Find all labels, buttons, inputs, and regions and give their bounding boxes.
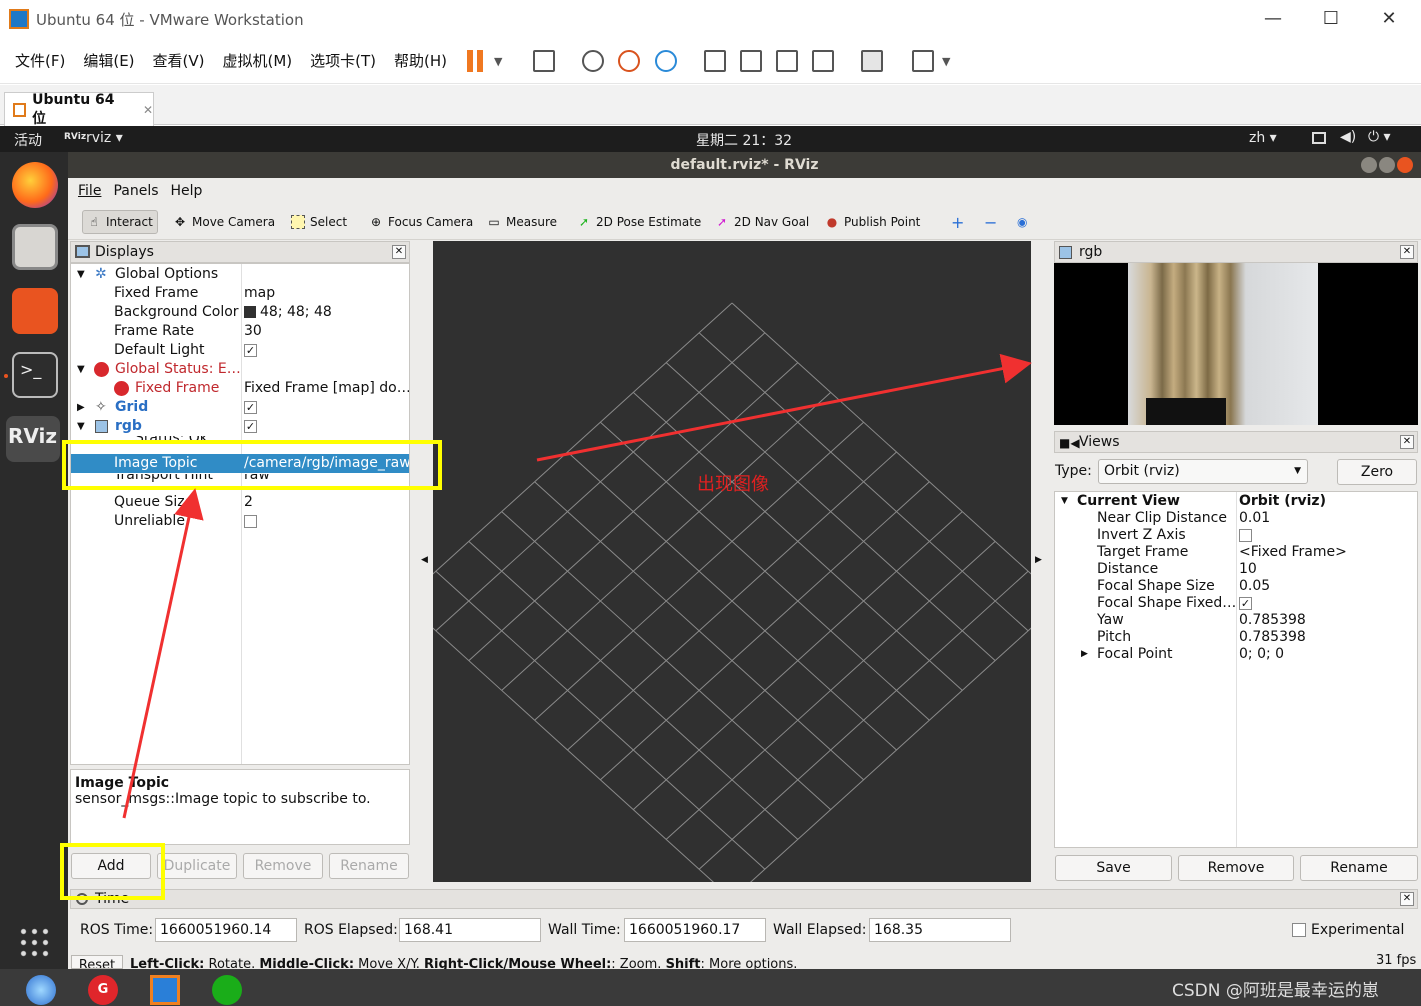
arrow-add-to-topic [122,488,204,819]
arrow-to-image [536,353,1032,462]
annotation-text: 出现图像 [697,474,769,495]
annotation-arrows [122,353,1032,819]
